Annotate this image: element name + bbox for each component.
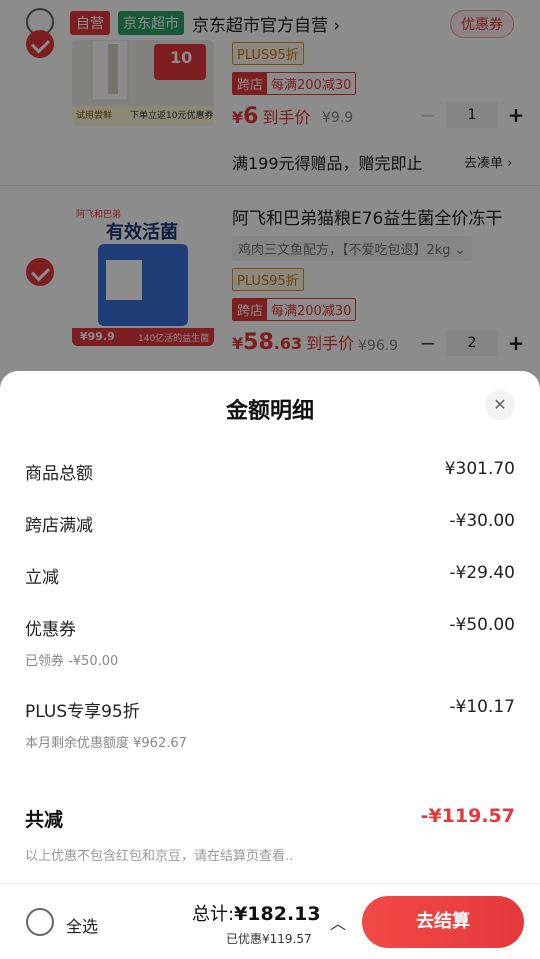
chevron-up-icon[interactable]: ︿ (330, 910, 346, 934)
order-total: 总计:¥182.13 (192, 900, 321, 926)
sheet-title: 金额明细 (225, 399, 314, 424)
select-all-radio[interactable] (26, 908, 54, 936)
checkout-bar: 全选 总计:¥182.13 已优惠¥119.57 ︿ 去结算 (0, 883, 540, 959)
subtotal-value: ¥301.70 (444, 459, 515, 479)
discount-disclaimer: 以上优惠不包含红包和京豆，请在结算页查看.. (25, 849, 294, 864)
saved-amount: 已优惠¥119.57 (226, 932, 312, 946)
coupon-claimed-note: 已领券 -¥50.00 (25, 654, 119, 669)
cross-store-discount-value: -¥30.00 (449, 511, 515, 531)
plus-discount-label: PLUS专享95折 (25, 702, 140, 722)
order-total-label: 总计: (192, 904, 235, 925)
coupon-value: -¥50.00 (449, 615, 515, 635)
amount-detail-sheet: 金额明细 ✕ 商品总额 ¥301.70 跨店满减 -¥30.00 立减 -¥29… (0, 371, 540, 883)
total-discount-label: 共减 (25, 809, 64, 831)
plus-discount-value: -¥10.17 (449, 697, 515, 717)
plus-remaining-quota: 本月剩余优惠额度 ¥962.67 (25, 736, 187, 751)
instant-discount-value: -¥29.40 (449, 563, 515, 583)
instant-discount-label: 立减 (25, 568, 59, 588)
cross-store-discount-label: 跨店满减 (25, 516, 93, 536)
checkout-button[interactable]: 去结算 (362, 896, 524, 948)
subtotal-label: 商品总额 (25, 464, 93, 484)
close-icon[interactable]: ✕ (485, 390, 515, 420)
order-total-amount: ¥182.13 (234, 903, 321, 925)
select-all-label[interactable]: 全选 (66, 913, 98, 937)
total-discount-value: -¥119.57 (420, 805, 515, 827)
coupon-label: 优惠券 (25, 620, 76, 640)
